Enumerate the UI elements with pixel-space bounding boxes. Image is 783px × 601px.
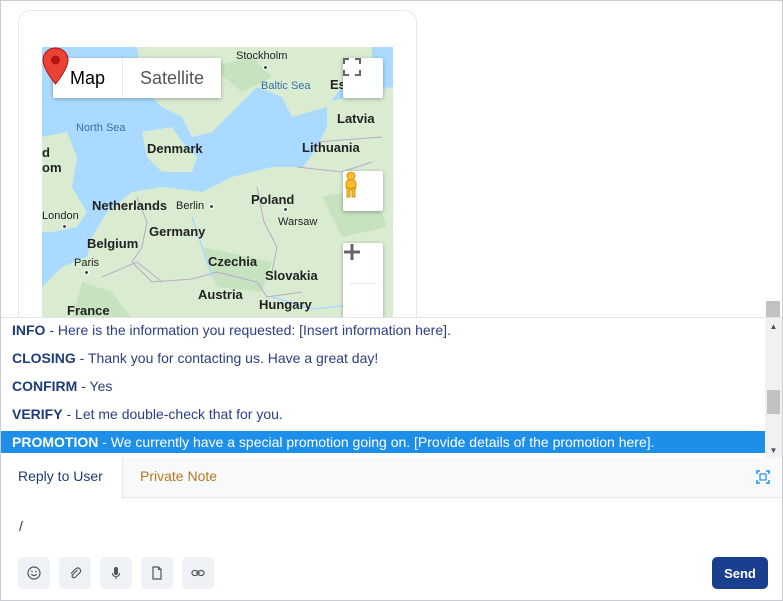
map-label-netherlands: Netherlands — [92, 198, 168, 213]
map-label-lithuania: Lithuania — [302, 140, 360, 155]
zoom-out-button[interactable] — [343, 250, 383, 317]
canned-response-item[interactable]: CONFIRM - Yes — [1, 375, 765, 397]
minus-icon — [344, 250, 360, 254]
message-input[interactable]: / — [19, 518, 23, 534]
document-icon — [152, 566, 162, 580]
canned-response-item-selected[interactable]: PROMOTION - We currently have a special … — [1, 431, 765, 453]
conversation-scrollbar-thumb[interactable] — [766, 301, 780, 317]
canned-response-text: Here is the information you requested: [… — [57, 322, 451, 338]
map-label-north-sea: North Sea — [76, 122, 126, 134]
attach-button[interactable] — [59, 557, 91, 589]
map-label-stockholm: Stockholm — [236, 50, 288, 62]
canned-response-key: PROMOTION — [12, 434, 99, 450]
emoji-button[interactable] — [18, 557, 50, 589]
canned-response-item[interactable]: INFO - Here is the information you reque… — [1, 319, 765, 341]
map-label-om: om — [42, 160, 62, 175]
canned-response-key: CLOSING — [12, 350, 76, 366]
map-label-paris: Paris — [74, 257, 100, 269]
tab-private-note[interactable]: Private Note — [123, 458, 234, 498]
send-button[interactable]: Send — [712, 557, 768, 589]
reply-box: Reply to User Private Note / Send — [1, 458, 782, 600]
emoji-icon — [27, 566, 41, 580]
scroll-down-arrow-icon[interactable]: ▼ — [765, 442, 782, 458]
map-label-slovakia: Slovakia — [265, 268, 318, 283]
city-dot — [209, 204, 214, 209]
map-label-czechia: Czechia — [208, 254, 258, 269]
microphone-icon — [111, 567, 121, 579]
map-label-belgium: Belgium — [87, 236, 139, 251]
map-label-france: France — [67, 303, 110, 317]
canned-response-list: INFO - Here is the information you reque… — [1, 317, 782, 458]
map-label-berlin: Berlin — [176, 200, 205, 212]
conversation-area: Stockholm Baltic Sea Es North Sea Latvia… — [1, 1, 782, 317]
scroll-up-arrow-icon[interactable]: ▲ — [765, 318, 782, 335]
canned-response-text: We currently have a special promotion go… — [110, 434, 655, 450]
canned-response-text: Let me double-check that for you. — [75, 406, 283, 422]
canned-response-separator: - — [77, 378, 90, 394]
canned-response-separator: - — [75, 350, 88, 366]
city-dot — [62, 224, 67, 229]
canned-response-separator: - — [98, 434, 111, 450]
canned-response-text: Thank you for contacting us. Have a grea… — [87, 350, 379, 366]
city-dot — [84, 270, 89, 275]
zoom-control — [343, 243, 383, 317]
canned-response-item[interactable]: CLOSING - Thank you for contacting us. H… — [1, 347, 765, 369]
map-label-london: London — [42, 210, 79, 222]
canned-response-item[interactable]: VERIFY - Let me double-check that for yo… — [1, 403, 765, 425]
fullscreen-button[interactable] — [343, 58, 383, 98]
canned-response-separator: - — [62, 406, 76, 422]
map-label-hungary: Hungary — [259, 297, 312, 312]
map-label-baltic-sea: Baltic Sea — [261, 80, 311, 92]
attachment-icon — [70, 567, 82, 579]
map-label-austria: Austria — [198, 287, 243, 302]
map-label-d: d — [42, 145, 50, 160]
canned-response-key: CONFIRM — [12, 378, 78, 394]
tab-reply-to-user[interactable]: Reply to User — [1, 458, 123, 499]
fullscreen-icon — [343, 58, 361, 76]
location-map[interactable]: Stockholm Baltic Sea Es North Sea Latvia… — [42, 47, 393, 317]
link-button[interactable] — [182, 557, 214, 589]
canned-response-key: INFO — [12, 322, 46, 338]
map-label-denmark: Denmark — [147, 141, 203, 156]
canned-response-separator: - — [45, 322, 58, 338]
canned-response-key: VERIFY — [12, 406, 63, 422]
expand-icon[interactable] — [756, 470, 770, 484]
map-label-latvia: Latvia — [337, 111, 375, 126]
chat-window: Stockholm Baltic Sea Es North Sea Latvia… — [0, 0, 783, 601]
voice-button[interactable] — [100, 557, 132, 589]
street-view-button[interactable] — [343, 171, 383, 211]
map-label-poland: Poland — [251, 192, 295, 207]
link-icon — [191, 569, 205, 577]
canned-response-text: Yes — [89, 378, 113, 394]
city-dot — [263, 65, 268, 70]
map-type-control: Map Satellite — [53, 58, 222, 98]
conversation-scrollbar[interactable] — [764, 1, 780, 317]
canned-list-scrollbar-thumb[interactable] — [767, 390, 780, 414]
document-button[interactable] — [141, 557, 173, 589]
canned-list-scrollbar[interactable]: ▲ ▼ — [765, 318, 782, 458]
location-pin-icon[interactable] — [42, 47, 69, 85]
reply-tabs: Reply to User Private Note — [1, 458, 782, 499]
map-type-satellite-button[interactable]: Satellite — [123, 58, 222, 98]
reply-toolbar — [18, 557, 214, 589]
city-dot — [283, 207, 288, 212]
pegman-icon — [345, 171, 357, 198]
map-label-warsaw: Warsaw — [278, 216, 318, 228]
map-label-germany: Germany — [149, 224, 206, 239]
